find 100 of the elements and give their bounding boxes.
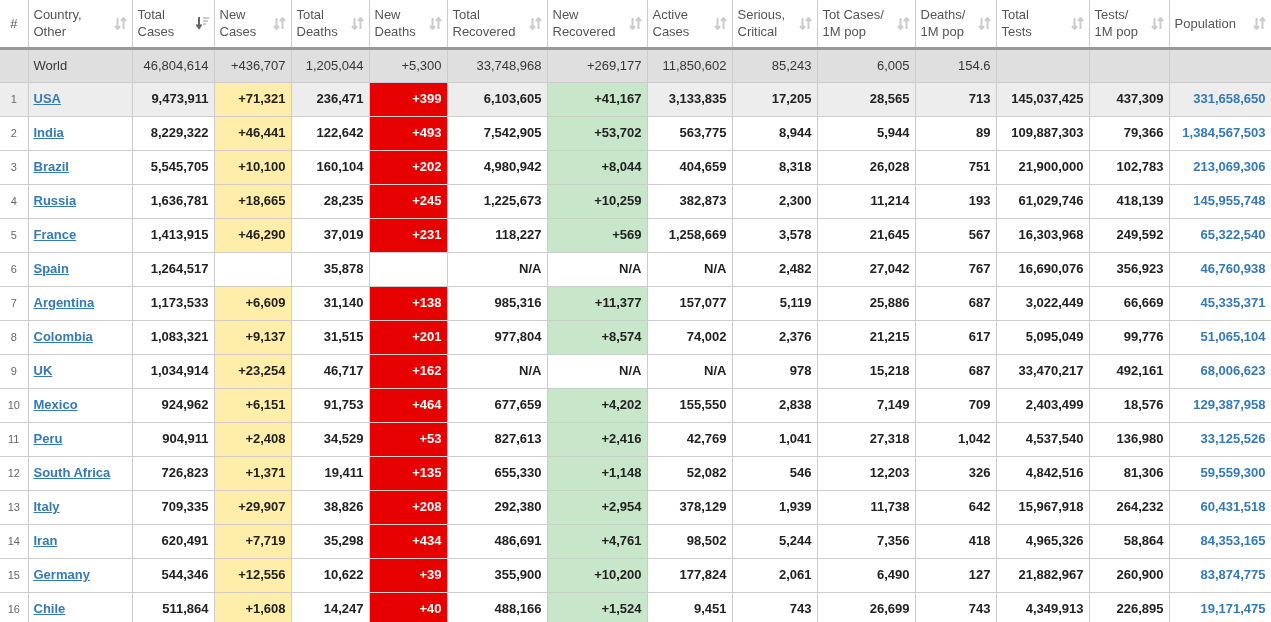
table-cell: 136,980 [1089, 422, 1169, 456]
table-cell: 66,669 [1089, 286, 1169, 320]
table-cell: 21,900,000 [996, 150, 1089, 184]
country-link[interactable]: Russia [33, 193, 77, 209]
table-cell: 418,139 [1089, 184, 1169, 218]
table-cell: 37,019 [291, 218, 369, 252]
row-number: 4 [0, 184, 28, 218]
country-link[interactable]: India [33, 125, 64, 141]
table-cell: +1,148 [547, 456, 647, 490]
table-cell: 1,083,321 [132, 320, 214, 354]
table-cell: +10,100 [214, 150, 291, 184]
table-cell: 260,900 [1089, 558, 1169, 592]
country-link[interactable]: Peru [33, 431, 63, 447]
table-cell: +162 [369, 354, 447, 388]
country-link[interactable]: Iran [33, 533, 58, 549]
sort-icon[interactable] [195, 16, 209, 30]
table-cell: 155,550 [647, 388, 732, 422]
table-cell: N/A [647, 252, 732, 286]
table-cell: 1,034,914 [132, 354, 214, 388]
table-cell: 326 [915, 456, 996, 490]
table-cell: 544,346 [132, 558, 214, 592]
row-number: 13 [0, 490, 28, 524]
table-cell: 642 [915, 490, 996, 524]
table-cell: 356,923 [1089, 252, 1169, 286]
table-cell: 713 [915, 82, 996, 116]
table-cell: +269,177 [547, 48, 647, 82]
table-cell: 355,900 [447, 558, 547, 592]
table-cell: 4,980,942 [447, 150, 547, 184]
table-cell: 2,482 [732, 252, 817, 286]
table-cell: +40 [369, 592, 447, 622]
table-cell: +7,719 [214, 524, 291, 558]
table-cell: 34,529 [291, 422, 369, 456]
table-cell: +2,954 [547, 490, 647, 524]
table-cell: 767 [915, 252, 996, 286]
row-number: 11 [0, 422, 28, 456]
row-number: 8 [0, 320, 28, 354]
table-cell: +231 [369, 218, 447, 252]
row-number: 7 [0, 286, 28, 320]
country-link[interactable]: Spain [33, 261, 69, 277]
column-header[interactable]: # [10, 14, 18, 32]
table-cell: 486,691 [447, 524, 547, 558]
table-cell: 28,565 [817, 82, 915, 116]
table-cell: 709,335 [132, 490, 214, 524]
table-cell: 7,149 [817, 388, 915, 422]
country-link[interactable]: UK [33, 363, 53, 379]
table-cell: 2,300 [732, 184, 817, 218]
table-cell: 7,356 [817, 524, 915, 558]
table-cell: 3,022,449 [996, 286, 1089, 320]
table-cell: 98,502 [647, 524, 732, 558]
table-cell: +12,556 [214, 558, 291, 592]
table-cell: 382,873 [647, 184, 732, 218]
table-cell: N/A [547, 354, 647, 388]
table-cell: 26,028 [817, 150, 915, 184]
country-link[interactable]: France [33, 227, 77, 243]
table-cell: 904,911 [132, 422, 214, 456]
table-cell: 157,077 [647, 286, 732, 320]
table-cell: 827,613 [447, 422, 547, 456]
row-number: 9 [0, 354, 28, 388]
table-cell: +46,290 [214, 218, 291, 252]
table-cell: +18,665 [214, 184, 291, 218]
country-link[interactable]: USA [33, 91, 61, 107]
table-cell: 12,203 [817, 456, 915, 490]
table-cell: 160,104 [291, 150, 369, 184]
table-cell: +399 [369, 82, 447, 116]
table-cell: 1,939 [732, 490, 817, 524]
row-number: 1 [0, 82, 28, 116]
table-cell: 8,944 [732, 116, 817, 150]
table-cell: 492,161 [1089, 354, 1169, 388]
table-cell: 655,330 [447, 456, 547, 490]
table-cell: +208 [369, 490, 447, 524]
table-cell: 546 [732, 456, 817, 490]
table-cell: 726,823 [132, 456, 214, 490]
table-cell: 17,205 [732, 82, 817, 116]
table-cell: 91,753 [291, 388, 369, 422]
table-cell: 5,545,705 [132, 150, 214, 184]
table-cell: 418 [915, 524, 996, 558]
table-cell: 127 [915, 558, 996, 592]
country-link[interactable]: Chile [33, 601, 66, 617]
row-number: 10 [0, 388, 28, 422]
table-cell: +5,300 [369, 48, 447, 82]
table-cell: +10,259 [547, 184, 647, 218]
table-cell: 7,542,905 [447, 116, 547, 150]
row-number: 5 [0, 218, 28, 252]
table-cell: 11,214 [817, 184, 915, 218]
table-cell: +138 [369, 286, 447, 320]
country-link[interactable]: Italy [33, 499, 60, 515]
table-cell: 249,592 [1089, 218, 1169, 252]
table-cell: 1,041 [732, 422, 817, 456]
table-cell: +2,416 [547, 422, 647, 456]
country-link[interactable]: Brazil [33, 159, 69, 175]
table-cell: 2,838 [732, 388, 817, 422]
table-cell: +53 [369, 422, 447, 456]
table-cell: +2,408 [214, 422, 291, 456]
table-cell: 5,095,049 [996, 320, 1089, 354]
table-cell: 331,658,650 [1169, 82, 1271, 116]
table-cell: 122,642 [291, 116, 369, 150]
table-cell: 102,783 [1089, 150, 1169, 184]
table-cell: 1,258,669 [647, 218, 732, 252]
table-cell: 617 [915, 320, 996, 354]
table-cell: 5,119 [732, 286, 817, 320]
